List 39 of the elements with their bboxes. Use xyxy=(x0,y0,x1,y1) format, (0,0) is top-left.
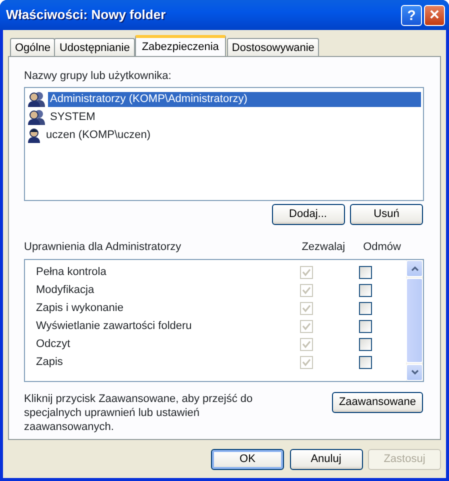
tab[interactable]: Zabezpieczenia xyxy=(134,35,226,56)
user-list-item[interactable]: uczen (KOMP\uczen) xyxy=(44,128,153,143)
scroll-up-icon[interactable] xyxy=(410,266,418,270)
permissions-label: Uprawnienia dla Administratorzy xyxy=(24,240,182,255)
permission-name: Odczyt xyxy=(35,337,72,352)
add-button[interactable]: Dodaj... xyxy=(272,204,344,225)
scroll-thumb[interactable] xyxy=(406,278,423,362)
users-icon xyxy=(27,109,45,126)
checkbox[interactable] xyxy=(359,320,372,333)
tab[interactable]: Ogólne xyxy=(10,38,56,56)
checkbox[interactable] xyxy=(359,302,372,315)
close-button[interactable]: × xyxy=(424,4,445,26)
permission-name: Pełna kontrola xyxy=(35,265,108,280)
user-icon xyxy=(27,127,41,144)
list-label: Nazwy grupy lub użytkownika: xyxy=(24,69,172,84)
column-header: Zezwalaj xyxy=(302,240,346,255)
scroll-down-icon[interactable] xyxy=(410,370,418,374)
user-list-item[interactable]: SYSTEM xyxy=(48,110,98,125)
advanced-description: Kliknij przycisk Zaawansowane, aby przejść do specjalnych uprawnień lub ustawień zaawansowanych. xyxy=(24,392,254,434)
permission-name: Zapis i wykonanie xyxy=(35,301,124,316)
user-list-item[interactable]: Administratorzy (KOMP\Administratorzy) xyxy=(48,92,421,107)
advanced-button[interactable]: Zaawansowane xyxy=(332,392,423,412)
users-icon xyxy=(27,91,45,108)
tab[interactable]: Dostosowywanie xyxy=(226,38,320,56)
checkbox[interactable] xyxy=(359,356,372,369)
permission-name: Wyświetlanie zawartości folderu xyxy=(35,319,193,334)
permission-name: Zapis xyxy=(35,355,64,370)
permission-name: Modyfikacja xyxy=(35,283,96,298)
help-button[interactable]: ? xyxy=(401,4,422,26)
ok-button[interactable]: OK xyxy=(211,449,284,470)
checkbox[interactable] xyxy=(359,284,372,297)
checkbox[interactable] xyxy=(359,266,372,279)
column-header: Odmów xyxy=(363,240,401,255)
scrollbar[interactable] xyxy=(406,260,423,380)
tab[interactable]: Udostępnianie xyxy=(54,38,135,56)
cancel-button[interactable]: Anuluj xyxy=(290,449,362,470)
checkbox[interactable] xyxy=(359,338,372,351)
window-title: Właściwości: Nowy folder xyxy=(6,6,167,24)
remove-button[interactable]: Usuń xyxy=(350,204,423,225)
